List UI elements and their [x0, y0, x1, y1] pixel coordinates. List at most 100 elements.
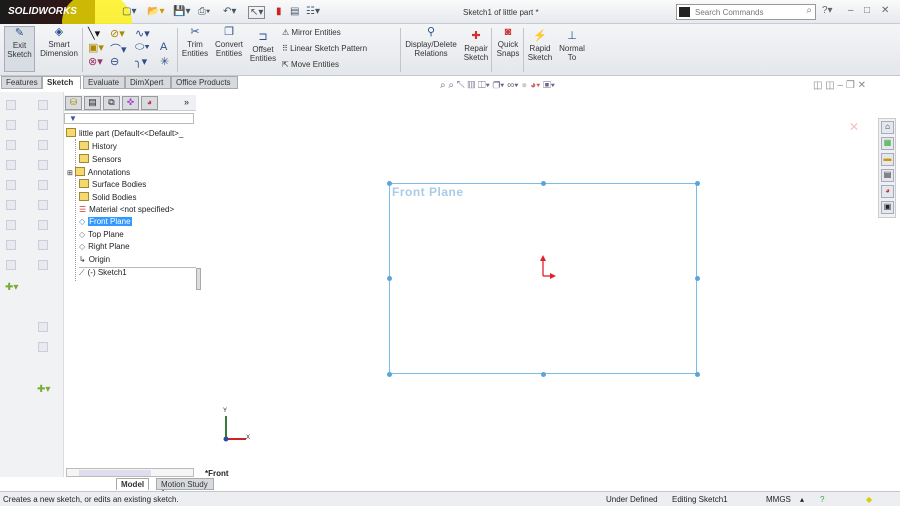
tab-features[interactable]: Features	[1, 76, 42, 89]
display-delete-relations-button[interactable]: ⚲ Display/Delete Relations	[403, 26, 459, 58]
spline-icon[interactable]: ∿▾	[135, 27, 150, 40]
display-manager-tab-icon[interactable]: ◕	[141, 96, 158, 110]
slot-icon[interactable]: ⊗▾	[88, 55, 103, 68]
section-view-icon[interactable]: ▥	[468, 80, 476, 91]
rapid-sketch-button[interactable]: ⚡ Rapid Sketch	[526, 30, 554, 62]
sketch-point[interactable]	[541, 372, 546, 377]
view-palette-icon[interactable]: ▤	[881, 169, 894, 182]
sketch-point[interactable]	[387, 276, 392, 281]
horizontal-scrollbar[interactable]	[66, 468, 194, 477]
tree-item-surface-bodies[interactable]: Surface Bodies	[79, 179, 146, 189]
help-status-icon[interactable]: ?	[820, 495, 824, 504]
featuremanager-tree-tab-icon[interactable]: ⛁	[65, 96, 82, 110]
toolbar-icon[interactable]	[38, 240, 48, 250]
toolbar-icon[interactable]	[38, 100, 48, 110]
rebuild-status-icon[interactable]: ◆	[866, 495, 872, 504]
sketch-point[interactable]	[541, 181, 546, 186]
view-settings-icon[interactable]: ▣▾	[543, 80, 555, 91]
tab-dimxpert[interactable]: DimXpert	[125, 76, 171, 89]
solidworks-logo[interactable]: SOLIDWORKS	[0, 0, 132, 52]
file-explorer-icon[interactable]: ▬	[881, 153, 894, 166]
text-icon[interactable]: A	[160, 41, 167, 53]
toolbar-icon[interactable]	[6, 180, 16, 190]
custom-properties-icon[interactable]: ▣	[881, 201, 894, 214]
toolbar-icon[interactable]	[38, 180, 48, 190]
normal-to-button[interactable]: ⊥ Normal To	[557, 30, 587, 62]
tree-item-sketch1[interactable]: ⟋ (-) Sketch1	[79, 267, 196, 278]
resources-icon[interactable]: ⌂	[881, 121, 894, 134]
select-icon[interactable]: ↖▾	[248, 6, 266, 19]
toolbar-icon[interactable]	[6, 100, 16, 110]
add-relation-icon[interactable]: ✚▾	[5, 282, 18, 293]
sketch-point[interactable]	[695, 372, 700, 377]
expand-icon[interactable]: »	[184, 97, 189, 107]
scroll-thumb[interactable]	[79, 470, 151, 476]
toolbar-icon[interactable]	[38, 200, 48, 210]
toolbar-icon[interactable]	[38, 220, 48, 230]
appearances-icon[interactable]: ◕	[881, 185, 894, 198]
sketch-point[interactable]	[695, 181, 700, 186]
tree-item-top-plane[interactable]: ◇ Top Plane	[79, 230, 124, 239]
split-view-2-icon[interactable]: ◫	[825, 80, 834, 91]
repair-sketch-button[interactable]: ✚ Repair Sketch	[462, 30, 490, 62]
move-entities-button[interactable]: ⇱ Move Entities	[282, 60, 339, 69]
units-selector[interactable]: MMGS	[766, 495, 791, 504]
offset-entities-button[interactable]: ⊐ Offset Entities	[248, 31, 278, 63]
zoom-to-fit-icon[interactable]: ⌕	[440, 80, 446, 91]
tab-motion-study[interactable]: Motion Study 1	[156, 478, 214, 498]
tree-item-material[interactable]: ☰ Material <not specified>	[79, 205, 174, 214]
smart-tool-icon[interactable]: ✚▾	[37, 384, 50, 395]
search-commands-input[interactable]: Search Commands ⌕	[676, 4, 816, 20]
tree-item-history[interactable]: History	[79, 141, 117, 151]
toolbar-icon[interactable]	[6, 240, 16, 250]
quick-snaps-button[interactable]: ◙ Quick Snaps	[494, 26, 522, 58]
mirror-entities-button[interactable]: ⚠ Mirror Entities	[282, 28, 341, 37]
tree-item-right-plane[interactable]: ◇ Right Plane	[79, 242, 130, 251]
exit-sketch-button[interactable]: ✎ Exit Sketch	[4, 26, 35, 72]
save-icon[interactable]: 💾▾	[173, 6, 190, 17]
tree-item-annotations[interactable]: ⊞ Annotations	[67, 167, 130, 177]
toolbar-icon[interactable]	[6, 140, 16, 150]
dimxpert-manager-tab-icon[interactable]: ✜	[122, 96, 139, 110]
rectangle-icon[interactable]: ▣▾	[88, 41, 104, 54]
toolbar-icon[interactable]	[38, 120, 48, 130]
toolbar-icon[interactable]	[38, 140, 48, 150]
tab-sketch[interactable]: Sketch	[42, 76, 81, 89]
viewport-restore-icon[interactable]: ❐	[846, 80, 855, 91]
units-dropdown-icon[interactable]: ▴	[800, 495, 804, 504]
configuration-manager-tab-icon[interactable]: ⧉	[103, 96, 120, 110]
search-icon[interactable]: ⌕	[806, 5, 812, 16]
tree-item-solid-bodies[interactable]: Solid Bodies	[79, 192, 136, 202]
hide-show-items-icon[interactable]: ∞▾	[507, 80, 518, 91]
viewport-minimize-icon[interactable]: –	[837, 80, 843, 91]
zoom-to-area-icon[interactable]: ⌕	[448, 80, 454, 91]
minimize-icon[interactable]: –	[848, 5, 854, 16]
confirmation-corner-cancel-icon[interactable]: ✕	[849, 120, 859, 134]
toolbar-icon[interactable]	[38, 260, 48, 270]
convert-entities-button[interactable]: ❐ Convert Entities	[212, 26, 246, 58]
print-icon[interactable]: ⎙▾	[198, 6, 210, 17]
fillet-icon[interactable]: ╮▾	[135, 55, 147, 68]
expand-plus-icon[interactable]: ⊞	[67, 170, 73, 177]
property-manager-tab-icon[interactable]: ▤	[84, 96, 101, 110]
toolbar-icon[interactable]	[6, 220, 16, 230]
tree-root[interactable]: little part (Default<<Default>_	[66, 128, 183, 138]
point-icon[interactable]: ✳	[160, 55, 169, 68]
split-view-icon[interactable]: ◫	[813, 80, 822, 91]
view-orientation-icon[interactable]: ◫▾	[478, 80, 490, 91]
toolbar-icon[interactable]	[38, 322, 48, 332]
toolbar-icon[interactable]	[6, 200, 16, 210]
open-icon[interactable]: 📂▾	[147, 6, 164, 17]
toolbar-icon[interactable]	[38, 160, 48, 170]
filter-input[interactable]: ▼	[64, 113, 194, 124]
toolbar-icon[interactable]	[6, 160, 16, 170]
design-library-icon[interactable]: ▦	[881, 137, 894, 150]
circle-icon[interactable]: ⊘▾	[110, 27, 125, 40]
sketch-point[interactable]	[695, 276, 700, 281]
tree-item-front-plane[interactable]: ◇ Front Plane	[79, 217, 132, 226]
edit-appearance-icon[interactable]: ●	[521, 80, 527, 91]
toolbar-icon[interactable]	[38, 342, 48, 352]
ellipse-icon[interactable]: ⬭▾	[135, 41, 150, 54]
new-document-icon[interactable]: ▢▾	[122, 6, 136, 17]
undo-icon[interactable]: ↶▾	[223, 6, 236, 17]
